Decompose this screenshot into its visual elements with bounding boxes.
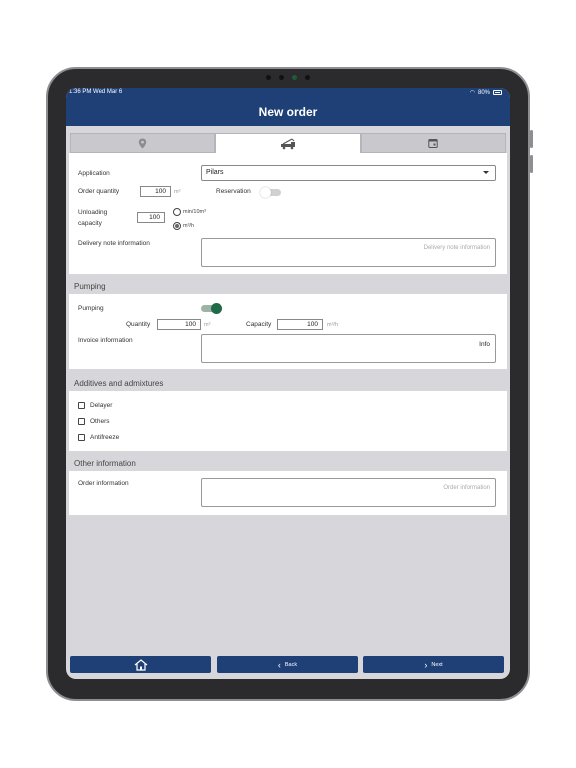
pumping-card: Pumping Quantity 100 m³ Capacity 100 m³/… xyxy=(69,294,507,369)
tab-location[interactable] xyxy=(70,133,216,153)
other-info-header: Other information xyxy=(74,458,136,468)
pump-quantity-input[interactable]: 100 xyxy=(157,319,201,330)
application-label: Application xyxy=(78,170,110,177)
other-info-card: Order information Order information xyxy=(69,471,507,515)
next-button[interactable]: › Next xyxy=(363,656,504,673)
reservation-toggle[interactable] xyxy=(260,187,281,198)
unloading-capacity-input[interactable]: 100 xyxy=(137,212,165,223)
chevron-right-icon: › xyxy=(424,659,428,670)
tab-bar xyxy=(70,133,506,153)
delivery-note-label: Delivery note information xyxy=(78,240,150,247)
next-label: Next xyxy=(431,661,443,668)
application-select[interactable]: Pilars xyxy=(201,165,496,181)
home-button[interactable] xyxy=(70,656,211,673)
camera-bar xyxy=(250,73,326,81)
delayer-checkbox[interactable] xyxy=(78,402,85,409)
status-time: 1:36 PM Wed Mar 6 xyxy=(69,89,122,95)
order-quantity-label: Order quantity xyxy=(78,188,120,195)
additives-card: Delayer Others Antifreeze xyxy=(69,391,507,451)
calendar-icon xyxy=(428,139,439,148)
app-screen: 1:36 PM Wed Mar 6 ◠ 80% New order Applic… xyxy=(66,88,510,679)
invoice-info-label: Invoice information xyxy=(78,337,133,344)
status-right: ◠ 80% xyxy=(470,89,502,96)
unloading-label-line2: capacity xyxy=(78,220,102,227)
chevron-left-icon: ‹ xyxy=(277,659,281,670)
pump-capacity-label: Capacity xyxy=(246,321,272,328)
others-label: Others xyxy=(90,418,110,425)
tab-pump[interactable] xyxy=(215,133,361,153)
status-date: Wed Mar 6 xyxy=(93,89,123,95)
chevron-down-icon xyxy=(483,171,489,174)
others-checkbox[interactable] xyxy=(78,418,85,425)
battery-percent: 80% xyxy=(477,89,490,96)
invoice-info-input[interactable]: Info xyxy=(201,334,496,363)
order-info-input[interactable]: Order information xyxy=(201,478,496,507)
delayer-label: Delayer xyxy=(90,402,113,409)
toggle-knob xyxy=(211,303,222,314)
additives-header: Additives and admixtures xyxy=(74,378,164,388)
application-value: Pilars xyxy=(206,169,224,176)
order-quantity-unit: m³ xyxy=(174,189,181,195)
pumping-toggle[interactable] xyxy=(201,303,222,314)
status-clock: 1:36 PM xyxy=(69,89,92,95)
wifi-icon: ◠ xyxy=(469,90,475,96)
antifreeze-label: Antifreeze xyxy=(90,434,120,441)
battery-icon xyxy=(493,90,502,95)
device-side-button xyxy=(530,155,533,173)
pump-capacity-input[interactable]: 100 xyxy=(277,319,323,330)
unloading-label-line1: Unloading xyxy=(78,209,108,216)
unloading-option-min: min/10m³ xyxy=(183,209,206,215)
delivery-note-input[interactable]: Delivery note information xyxy=(201,238,496,267)
order-card: Application Pilars Order quantity 100 m³… xyxy=(69,153,507,274)
reservation-label: Reservation xyxy=(216,188,251,195)
antifreeze-checkbox[interactable] xyxy=(78,434,85,441)
truck-pump-icon xyxy=(280,137,295,149)
sensor-dot xyxy=(279,74,284,80)
camera-dot xyxy=(292,74,297,80)
sensor-dot xyxy=(305,74,310,80)
sensor-dot xyxy=(266,74,271,80)
unloading-radio-m3h[interactable] xyxy=(173,222,181,230)
device-side-button xyxy=(530,130,533,148)
pumping-header: Pumping xyxy=(74,281,106,291)
pump-quantity-label: Quantity xyxy=(126,321,151,328)
nav-bar: New order xyxy=(66,98,510,126)
toggle-knob xyxy=(260,187,271,198)
unloading-radio-min[interactable] xyxy=(173,208,181,216)
page-title: New order xyxy=(258,105,318,119)
home-icon xyxy=(134,658,147,671)
order-quantity-input[interactable]: 100 xyxy=(140,186,171,197)
pump-quantity-unit: m³ xyxy=(204,322,211,328)
status-bar: 1:36 PM Wed Mar 6 ◠ 80% xyxy=(66,88,510,98)
pumping-label: Pumping xyxy=(78,305,104,312)
location-pin-icon xyxy=(138,138,147,148)
back-button[interactable]: ‹ Back xyxy=(217,656,358,673)
back-label: Back xyxy=(284,661,298,668)
pump-capacity-unit: m³/h xyxy=(327,322,338,328)
unloading-option-m3h: m³/h xyxy=(183,223,194,229)
order-info-label: Order information xyxy=(78,480,129,487)
tab-calendar[interactable] xyxy=(360,133,506,153)
